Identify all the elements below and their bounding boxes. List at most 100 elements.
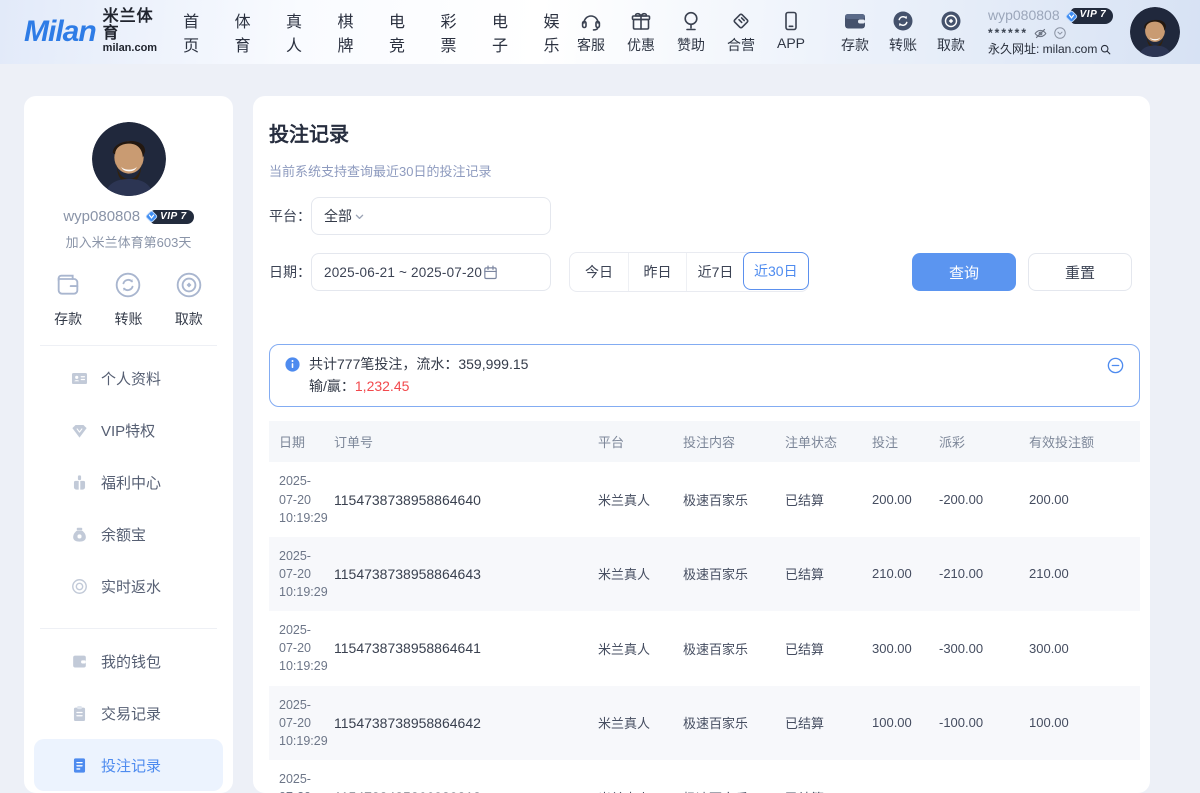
eye-off-icon[interactable] [1033, 26, 1048, 41]
medal-icon [679, 9, 703, 33]
partner-button[interactable]: 合营 [718, 9, 764, 55]
reset-button[interactable]: 重置 [1028, 253, 1132, 291]
brand-logo[interactable]: Milan 米兰体育 milan.com [24, 9, 157, 54]
search-icon[interactable] [1099, 43, 1112, 56]
cell-platform: 米兰真人 [598, 686, 683, 760]
cell-payout: -100.00 [939, 686, 1029, 760]
sidebar-item-wallet[interactable]: 我的钱包 [34, 635, 223, 687]
nav-home[interactable]: 首页 [183, 8, 207, 56]
col-bet: 投注 [872, 421, 939, 462]
platform-filter-row: 平台： 全部 [269, 197, 1140, 235]
vip-badge: VIP 7 [1064, 8, 1114, 24]
sponsor-button[interactable]: 赞助 [668, 9, 714, 55]
table-row: 2025-07-2010:19:29 1154738738958864643 米… [269, 537, 1140, 611]
cell-order: 1154738738958864640 [334, 462, 598, 536]
main-nav: 首页 体育 真人 棋牌 电竞 彩票 电子 娱乐 [183, 8, 568, 56]
sidebar-item-vip[interactable]: VIP特权 [34, 404, 223, 456]
gem-icon [70, 421, 89, 440]
range-7days-button[interactable]: 近7日 [686, 253, 744, 291]
bet-records-panel: 投注记录 当前系统支持查询最近30日的投注记录 平台： 全部 日期： 2025-… [253, 96, 1150, 793]
vip-diamond-icon [144, 209, 159, 224]
cell-order: 1154738435266089218 [334, 760, 598, 793]
clipboard-icon [70, 704, 89, 723]
wallet-icon [842, 9, 868, 33]
app-button[interactable]: APP [768, 9, 814, 55]
sidebar-item-welfare[interactable]: 福利中心 [34, 456, 223, 508]
avatar[interactable] [1130, 7, 1180, 57]
permanent-url: 永久网址: milan.com [988, 42, 1097, 57]
brand-script: Milan [24, 17, 96, 47]
deposit-button[interactable]: 存款 [832, 9, 878, 55]
cell-order: 1154738738958864643 [334, 537, 598, 611]
cell-platform: 米兰真人 [598, 611, 683, 685]
sidebar-item-profile[interactable]: 个人资料 [34, 352, 223, 404]
cell-status: 已结算 [785, 686, 872, 760]
sidebar-item-transactions[interactable]: 交易记录 [34, 687, 223, 739]
profile-avatar[interactable] [92, 122, 166, 196]
range-30days-button[interactable]: 近30日 [743, 252, 809, 290]
cell-valid: 100.00 [1029, 686, 1140, 760]
cell-content: 极速百家乐 [683, 611, 785, 685]
nav-sports[interactable]: 体育 [235, 8, 259, 56]
page-title: 投注记录 [269, 118, 1140, 147]
platform-select[interactable]: 全部 [311, 197, 551, 235]
id-card-icon [70, 369, 89, 388]
sidebar-item-bet-records[interactable]: 投注记录 [34, 739, 223, 791]
chevron-circle-icon[interactable] [1053, 26, 1067, 40]
cell-payout: -300.00 [939, 611, 1029, 685]
cell-content: 极速百家乐 [683, 462, 785, 536]
brand-domain: milan.com [103, 43, 157, 55]
collapse-icon[interactable] [1106, 356, 1125, 375]
nav-slots[interactable]: 电子 [492, 8, 516, 56]
sidebar-deposit-button[interactable]: 存款 [38, 269, 98, 329]
summary-winloss: 输/赢：1,232.45 [309, 376, 528, 398]
rebate-icon [70, 577, 89, 596]
transfer-button[interactable]: 转账 [880, 9, 926, 55]
nav-live[interactable]: 真人 [286, 8, 310, 56]
profile-username: wyp080808 [63, 208, 140, 225]
sidebar-transfer-button[interactable]: 转账 [98, 269, 158, 329]
cell-date: 2025-07-2010:19:29 [269, 462, 334, 536]
transfer-icon [891, 9, 915, 33]
col-content: 投注内容 [683, 421, 785, 462]
header-wallet-links: 存款 转账 取款 [832, 9, 974, 55]
withdraw-button[interactable]: 取款 [928, 9, 974, 55]
sidebar-item-rebate[interactable]: 实时返水 [34, 560, 223, 612]
top-bar: Milan 米兰体育 milan.com 首页 体育 真人 棋牌 电竞 彩票 电… [0, 0, 1200, 64]
table-row: 2025-07-2010:19:29 1154738738958864642 米… [269, 686, 1140, 760]
cell-payout: -210.00 [939, 537, 1029, 611]
date-range-input[interactable]: 2025-06-21 ~ 2025-07-20 [311, 253, 551, 291]
masked-balance: ****** [988, 26, 1028, 41]
platform-label: 平台： [269, 206, 311, 226]
col-platform: 平台 [598, 421, 683, 462]
nav-lottery[interactable]: 彩票 [441, 8, 465, 56]
col-order: 订单号 [334, 421, 598, 462]
cell-bet: 210.00 [872, 537, 939, 611]
cell-status: 已结算 [785, 760, 872, 793]
nav-cards[interactable]: 棋牌 [338, 8, 362, 56]
withdraw-outline-icon [173, 269, 205, 301]
query-button[interactable]: 查询 [912, 253, 1016, 291]
table-row: 2025-07-2010:19:29 1154738738958864640 米… [269, 462, 1140, 536]
cell-bet: 100.00 [872, 760, 939, 793]
header-quick-links: 客服 优惠 赞助 [568, 9, 814, 55]
cell-content: 极速百家乐 [683, 686, 785, 760]
cell-date: 2025-07-2010:19:29 [269, 611, 334, 685]
wallet-outline-icon [52, 269, 84, 301]
range-yesterday-button[interactable]: 昨日 [628, 253, 686, 291]
sidebar-item-yuebao[interactable]: 余额宝 [34, 508, 223, 560]
cell-order: 1154738738958864642 [334, 686, 598, 760]
divider [40, 628, 217, 629]
cell-bet: 100.00 [872, 686, 939, 760]
date-range-value: 2025-06-21 ~ 2025-07-20 [324, 265, 482, 280]
col-valid: 有效投注额 [1029, 421, 1140, 462]
nav-casino[interactable]: 娱乐 [543, 8, 567, 56]
promo-button[interactable]: 优惠 [618, 9, 664, 55]
cell-date: 2025-07-2010:19:29 [269, 686, 334, 760]
cell-bet: 300.00 [872, 611, 939, 685]
nav-esports[interactable]: 电竞 [389, 8, 413, 56]
range-today-button[interactable]: 今日 [570, 253, 628, 291]
welfare-gift-icon [70, 473, 89, 492]
sidebar-withdraw-button[interactable]: 取款 [159, 269, 219, 329]
service-button[interactable]: 客服 [568, 9, 614, 55]
